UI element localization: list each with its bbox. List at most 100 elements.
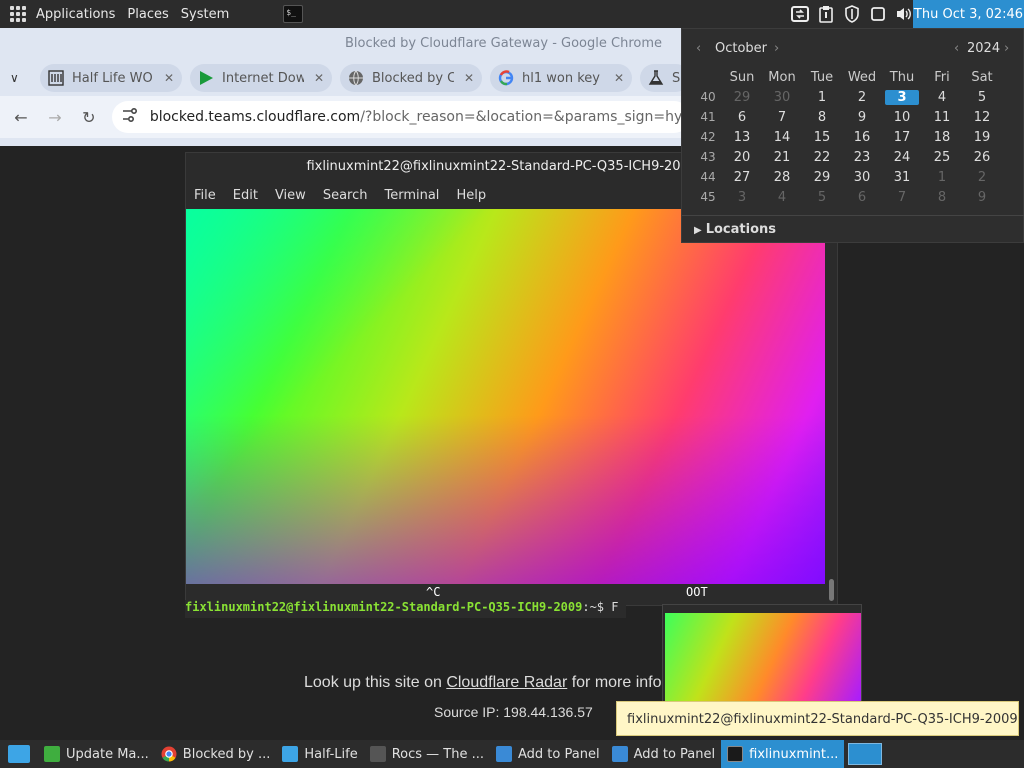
workspace-switcher[interactable] xyxy=(848,743,883,765)
calendar-day[interactable]: 13 xyxy=(722,130,762,145)
menu-system[interactable]: System xyxy=(175,0,235,28)
calendar-day[interactable]: 10 xyxy=(882,110,922,125)
calendar-day[interactable]: 18 xyxy=(922,130,962,145)
volume-icon[interactable] xyxy=(894,4,914,24)
calendar-day[interactable]: 12 xyxy=(962,110,1002,125)
taskbar-item-chrome[interactable]: Blocked by ... xyxy=(155,740,277,768)
taskbar-item-add-to-panel-2[interactable]: Add to Panel xyxy=(606,740,722,768)
cloudflare-radar-link[interactable]: Cloudflare Radar xyxy=(446,674,567,691)
calendar-day[interactable]: 1 xyxy=(802,90,842,105)
show-desktop-folder-icon[interactable] xyxy=(8,745,30,763)
menu-search[interactable]: Search xyxy=(323,188,368,203)
tab-hl1-won-key[interactable]: hl1 won key ✕ xyxy=(490,64,632,92)
calendar-day[interactable]: 29 xyxy=(802,170,842,185)
bottom-taskbar: Update Ma... Blocked by ... Half-Life Ro… xyxy=(0,740,1024,768)
calendar-day[interactable]: 23 xyxy=(842,150,882,165)
network-icon[interactable] xyxy=(790,4,810,24)
calendar-day[interactable]: 19 xyxy=(962,130,1002,145)
calendar-grid: Sun Mon Tue Wed Thu Fri Sat 40 29 30 1 2… xyxy=(682,67,1002,207)
calendar-day[interactable]: 30 xyxy=(842,170,882,185)
forward-arrow-icon[interactable]: → xyxy=(44,108,66,127)
tab-close-icon[interactable]: ✕ xyxy=(314,71,324,85)
locations-expander[interactable]: ▶ Locations xyxy=(694,222,776,237)
address-bar[interactable]: blocked.teams.cloudflare.com/?block_reas… xyxy=(111,101,691,133)
calendar-day[interactable]: 4 xyxy=(922,90,962,105)
calendar-day[interactable]: 30 xyxy=(762,90,802,105)
reload-icon[interactable]: ↻ xyxy=(78,108,100,127)
calendar-day[interactable]: 6 xyxy=(842,190,882,205)
calendar-day[interactable]: 20 xyxy=(722,150,762,165)
calendar-day[interactable]: 21 xyxy=(762,150,802,165)
tab-close-icon[interactable]: ✕ xyxy=(164,71,174,85)
next-year-icon[interactable]: › xyxy=(1004,41,1009,56)
calendar-day[interactable]: 8 xyxy=(802,110,842,125)
window-icon[interactable] xyxy=(868,4,888,24)
menu-view[interactable]: View xyxy=(275,188,306,203)
calendar-day[interactable]: 29 xyxy=(722,90,762,105)
taskbar-item-terminal[interactable]: fixlinuxmint... xyxy=(721,740,845,768)
next-month-icon[interactable]: › xyxy=(774,41,779,56)
calendar-day[interactable]: 16 xyxy=(842,130,882,145)
terminal-launcher-icon[interactable]: $_ xyxy=(283,5,304,23)
tab-blocked-cloudflare[interactable]: Blocked by C ✕ xyxy=(340,64,482,92)
menu-terminal[interactable]: Terminal xyxy=(384,188,439,203)
menu-edit[interactable]: Edit xyxy=(233,188,258,203)
calendar-day[interactable]: 22 xyxy=(802,150,842,165)
calendar-day[interactable]: 25 xyxy=(922,150,962,165)
terminal-scrollbar[interactable] xyxy=(825,209,837,607)
taskbar-item-add-to-panel[interactable]: Add to Panel xyxy=(490,740,606,768)
taskbar-item-rocs[interactable]: Rocs — The ... xyxy=(364,740,490,768)
apps-grid-icon[interactable] xyxy=(10,6,26,22)
calendar-day[interactable]: 17 xyxy=(882,130,922,145)
clipboard-icon[interactable] xyxy=(816,4,836,24)
calendar-day[interactable]: 9 xyxy=(962,190,1002,205)
calendar-day[interactable]: 27 xyxy=(722,170,762,185)
calendar-day[interactable]: 28 xyxy=(762,170,802,185)
calendar-day[interactable]: 14 xyxy=(762,130,802,145)
calendar-day[interactable]: 6 xyxy=(722,110,762,125)
tab-search-chevron-icon[interactable]: ∨ xyxy=(10,71,32,85)
scrollbar-thumb[interactable] xyxy=(829,579,834,601)
taskbar-item-label: Blocked by ... xyxy=(182,746,271,762)
calendar-day[interactable]: 2 xyxy=(962,170,1002,185)
tab-close-icon[interactable]: ✕ xyxy=(614,71,624,85)
source-ip: Source IP: 198.44.136.57 xyxy=(434,704,593,720)
clock[interactable]: Thu Oct 3, 02:46 xyxy=(913,0,1024,28)
calendar-day[interactable]: 7 xyxy=(882,190,922,205)
calendar-week-row: 43 20 21 22 23 24 25 26 xyxy=(682,147,1002,167)
calendar-day[interactable]: 5 xyxy=(802,190,842,205)
calendar-day[interactable]: 15 xyxy=(802,130,842,145)
calendar-popup: ‹ October › ‹ 2024 › Sun Mon Tue Wed Thu… xyxy=(681,28,1024,243)
tab-half-life[interactable]: Half Life WON ✕ xyxy=(40,64,182,92)
calendar-day[interactable]: 26 xyxy=(962,150,1002,165)
menu-places[interactable]: Places xyxy=(121,0,174,28)
calendar-day[interactable]: 8 xyxy=(922,190,962,205)
shield-icon[interactable] xyxy=(842,4,862,24)
calendar-day[interactable]: 5 xyxy=(962,90,1002,105)
back-arrow-icon[interactable]: ← xyxy=(10,108,32,127)
calendar-day[interactable]: 1 xyxy=(922,170,962,185)
prev-month-icon[interactable]: ‹ xyxy=(696,41,701,56)
calendar-day[interactable]: 24 xyxy=(882,150,922,165)
calendar-day[interactable]: 7 xyxy=(762,110,802,125)
taskbar-item-update-manager[interactable]: Update Ma... xyxy=(38,740,155,768)
calendar-day[interactable]: 9 xyxy=(842,110,882,125)
calendar-day[interactable]: 3 xyxy=(722,190,762,205)
menu-help[interactable]: Help xyxy=(456,188,486,203)
tab-close-icon[interactable]: ✕ xyxy=(464,71,474,85)
menu-applications[interactable]: Applications xyxy=(30,0,121,28)
tab-label: Internet Dow xyxy=(222,70,304,86)
prev-year-icon[interactable]: ‹ xyxy=(954,41,959,56)
calendar-day-today[interactable]: 3 xyxy=(885,89,919,105)
calendar-day[interactable]: 4 xyxy=(762,190,802,205)
window-preview[interactable] xyxy=(662,604,862,702)
calendar-day[interactable]: 11 xyxy=(922,110,962,125)
calendar-day[interactable]: 2 xyxy=(842,90,882,105)
menu-file[interactable]: File xyxy=(194,188,216,203)
calendar-day[interactable]: 31 xyxy=(882,170,922,185)
terminal-icon xyxy=(727,746,744,762)
tab-internet-download[interactable]: Internet Dow ✕ xyxy=(190,64,332,92)
site-info-icon[interactable] xyxy=(122,107,138,126)
taskbar-item-label: Add to Panel xyxy=(518,746,600,762)
taskbar-item-half-life[interactable]: Half-Life xyxy=(276,740,363,768)
